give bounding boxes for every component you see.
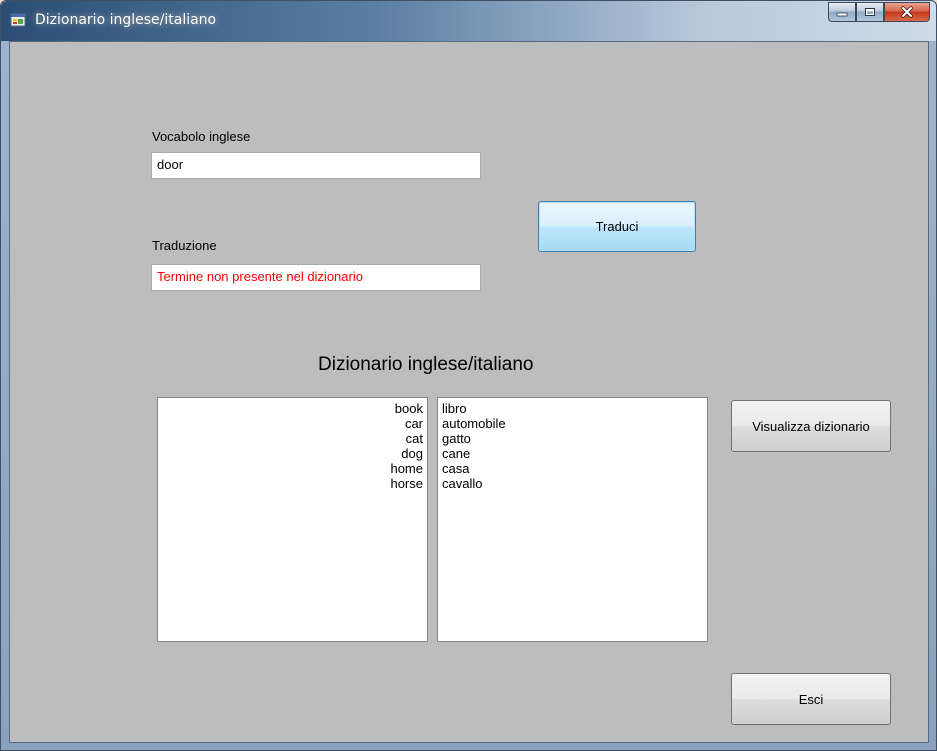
maximize-button[interactable]	[856, 2, 884, 22]
translation-output[interactable]: Termine non presente nel dizionario	[151, 264, 481, 291]
english-words-listbox[interactable]: book car cat dog home horse	[157, 397, 428, 642]
english-word-input[interactable]: door	[151, 152, 481, 179]
list-item[interactable]: car	[162, 416, 423, 431]
list-item[interactable]: horse	[162, 476, 423, 491]
form-client-area: Vocabolo inglese door Traduci Traduzione…	[9, 41, 929, 743]
app-window: Dizionario inglese/italiano Vocabolo ing…	[0, 0, 937, 751]
exit-button[interactable]: Esci	[731, 673, 891, 725]
list-item[interactable]: home	[162, 461, 423, 476]
list-item[interactable]: book	[162, 401, 423, 416]
list-item[interactable]: cat	[162, 431, 423, 446]
list-item[interactable]: cane	[442, 446, 703, 461]
title-bar[interactable]: Dizionario inglese/italiano	[1, 1, 936, 41]
minimize-button[interactable]	[828, 2, 856, 22]
list-item[interactable]: dog	[162, 446, 423, 461]
italian-words-listbox[interactable]: libro automobile gatto cane casa cavallo	[437, 397, 708, 642]
english-word-label: Vocabolo inglese	[152, 129, 251, 144]
translation-label: Traduzione	[152, 238, 217, 253]
close-icon	[901, 6, 913, 18]
dictionary-title: Dizionario inglese/italiano	[318, 354, 534, 375]
list-item[interactable]: gatto	[442, 431, 703, 446]
list-item[interactable]: casa	[442, 461, 703, 476]
list-item[interactable]: libro	[442, 401, 703, 416]
minimize-icon	[836, 12, 848, 17]
form-icon[interactable]	[10, 12, 26, 28]
maximize-icon	[865, 8, 875, 16]
window-title: Dizionario inglese/italiano	[35, 12, 217, 28]
show-dictionary-button[interactable]: Visualizza dizionario	[731, 400, 891, 452]
list-item[interactable]: cavallo	[442, 476, 703, 491]
list-item[interactable]: automobile	[442, 416, 703, 431]
translate-button[interactable]: Traduci	[538, 201, 696, 252]
close-button[interactable]	[884, 2, 930, 22]
caption-buttons	[828, 2, 930, 22]
